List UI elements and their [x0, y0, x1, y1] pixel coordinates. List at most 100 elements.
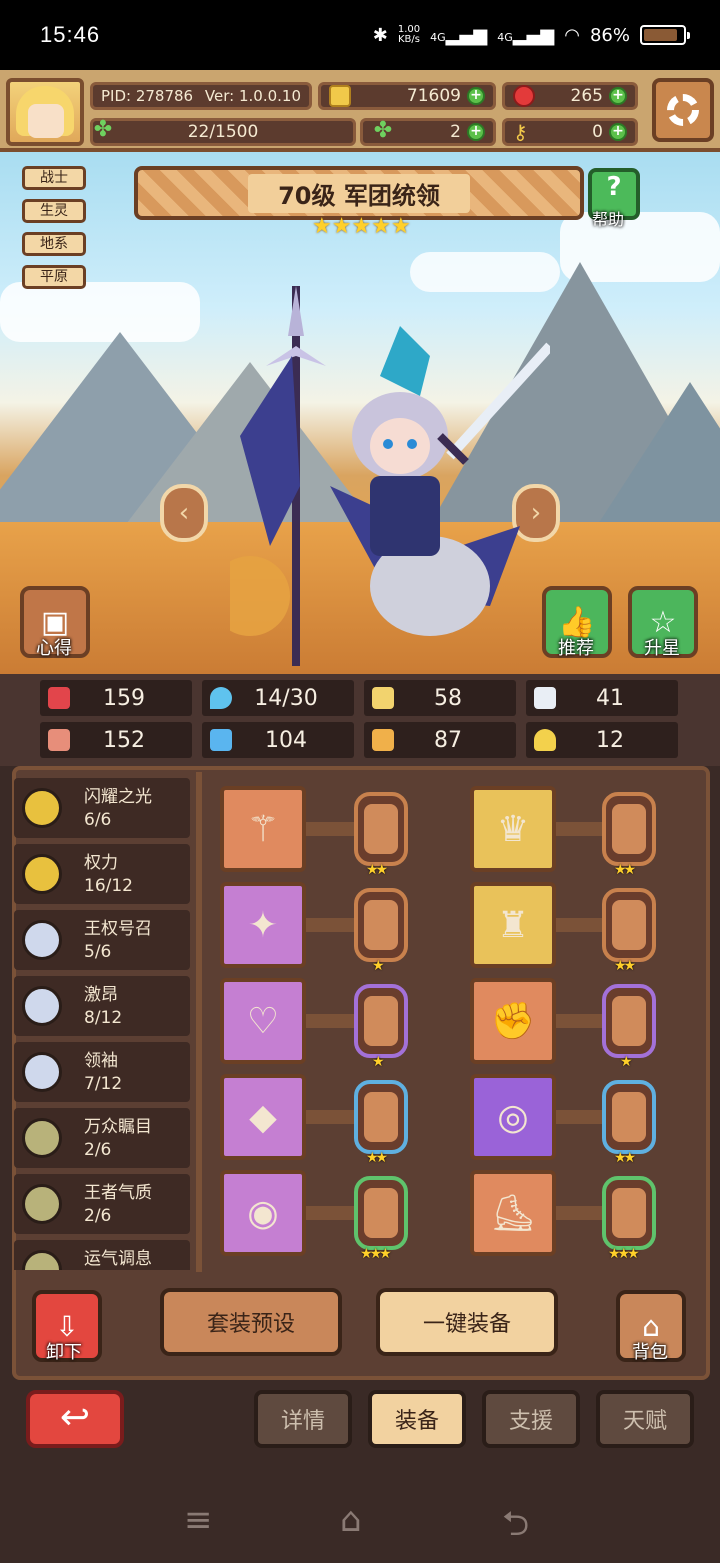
medal-icon — [22, 1118, 62, 1158]
amulet-icon: ✦ — [247, 904, 279, 946]
cape-icon: ♜ — [496, 904, 530, 946]
coin-icon — [329, 85, 351, 107]
rune-slot[interactable] — [354, 984, 408, 1058]
heart-icon — [48, 687, 70, 709]
rune-stars: ★★ — [366, 862, 388, 878]
rune-slot[interactable] — [602, 888, 656, 962]
ticket-bar: ⚷ 0 + — [502, 118, 638, 146]
stat-luck: 12 — [526, 722, 678, 758]
version-label: Ver: 1.0.0.10 — [204, 87, 301, 105]
tab-support[interactable]: 支援 — [482, 1390, 580, 1448]
rune-slot[interactable] — [602, 1176, 656, 1250]
add-coins-button[interactable]: + — [467, 87, 485, 105]
set-bonus-list[interactable]: 闪耀之光 6/6 权力 16/12 王权号召 5/6 激昂 8/12 领袖 7/12 万众… — [14, 778, 190, 1270]
medal-icon — [22, 788, 62, 828]
tag-element[interactable]: 地系 — [22, 232, 86, 256]
stat-magic: 104 — [202, 722, 354, 758]
rune-stars: ★★★ — [360, 1246, 392, 1262]
tab-details[interactable]: 详情 — [254, 1390, 352, 1448]
stat-mana: 14/30 — [202, 680, 354, 716]
rune-slot[interactable] — [602, 792, 656, 866]
equip-slot-feet[interactable]: ⛸ — [470, 1170, 556, 1256]
tab-equipment[interactable]: 装备 — [368, 1390, 466, 1448]
boots-icon: ⛸ — [490, 1193, 536, 1234]
pid-version-bar: PID: 278786 Ver: 1.0.0.10 — [90, 82, 312, 110]
stat-attack: 152 — [40, 722, 192, 758]
scroll-icon — [372, 729, 394, 751]
tag-class[interactable]: 战士 — [22, 166, 86, 190]
set-preset-button[interactable]: 套装预设 — [160, 1288, 342, 1356]
tab-talent[interactable]: 天赋 — [596, 1390, 694, 1448]
equip-slot-neck[interactable]: ♡ — [220, 978, 306, 1064]
bluetooth-icon: ✱ — [372, 24, 388, 46]
back-button[interactable]: ↩ — [26, 1390, 124, 1448]
scepter-icon: ⚚ — [246, 808, 280, 850]
rune-slot[interactable] — [354, 1176, 408, 1250]
crown-icon: ♛ — [496, 808, 530, 850]
rune-slot[interactable] — [602, 1080, 656, 1154]
auto-equip-button[interactable]: 一键装备 — [376, 1288, 558, 1356]
add-clover-button[interactable]: + — [467, 123, 485, 141]
ring-icon: ◎ — [497, 1096, 529, 1138]
equip-slot-gem[interactable]: ◆ — [220, 1074, 306, 1160]
settings-gear-button[interactable] — [652, 78, 714, 142]
player-avatar[interactable] — [6, 78, 84, 146]
equipment-actions: ⇩ 卸下 套装预设 一键装备 ⌂ 背包 — [12, 1280, 710, 1380]
stamina-count: 22/1500 — [187, 122, 259, 142]
list-item[interactable]: 权力 16/12 — [14, 844, 190, 904]
rune-slot[interactable] — [602, 984, 656, 1058]
recommend-label: 推荐 — [558, 638, 594, 659]
rune-stars: ★ — [372, 1054, 384, 1070]
signal-2: 4G▂▄▆ — [497, 24, 555, 46]
stamina-bar: ✤ 22/1500 — [90, 118, 356, 146]
equip-slot-head[interactable]: ♛ — [470, 786, 556, 872]
bag-label: 背包 — [632, 1342, 668, 1363]
medal-icon — [22, 1250, 62, 1270]
add-gems-button[interactable]: + — [609, 87, 627, 105]
home-icon[interactable]: ⌂ — [340, 1500, 362, 1540]
gear-icon — [667, 94, 699, 126]
list-item[interactable]: 万众瞩目 2/6 — [14, 1108, 190, 1168]
battery-icon — [640, 25, 690, 45]
equip-slot-weapon[interactable]: ⚚ — [220, 786, 306, 872]
hero-star-rating: ★ ★ ★ ★ ★ — [312, 216, 411, 238]
equip-slot-ring[interactable]: ◎ — [470, 1074, 556, 1160]
equip-slot-offhand[interactable]: ✦ — [220, 882, 306, 968]
rune-stars: ★★ — [614, 1150, 636, 1166]
back-icon[interactable]: ⮌ — [502, 1500, 529, 1557]
gauntlet-icon: ✊ — [490, 1001, 536, 1042]
rune-slot[interactable] — [354, 888, 408, 962]
stamina-clover-icon: ✤ — [93, 117, 113, 142]
ticket-count: 0 — [592, 122, 603, 142]
medal-icon — [22, 1052, 62, 1092]
tag-terrain[interactable]: 平原 — [22, 265, 86, 289]
list-item[interactable]: 王者气质 2/6 — [14, 1174, 190, 1234]
stat-health: 159 — [40, 680, 192, 716]
medal-icon — [22, 920, 62, 960]
list-item[interactable]: 闪耀之光 6/6 — [14, 778, 190, 838]
list-item[interactable]: 运气调息 — [14, 1240, 190, 1270]
equip-slot-orb[interactable]: ◉ — [220, 1170, 306, 1256]
gem-count: 265 — [570, 86, 603, 106]
rune-stars: ★★ — [366, 1150, 388, 1166]
system-status-bar: 15:46 ✱ 1.00 KB/s 4G▂▄▆ 4G▂▄▆ ◠ 86% — [0, 0, 720, 70]
equip-slot-body[interactable]: ♜ — [470, 882, 556, 968]
network-speed: 1.00 KB/s — [397, 24, 421, 45]
prev-hero-button[interactable]: ‹ — [160, 484, 208, 542]
menu-icon[interactable]: ≡ — [184, 1500, 213, 1540]
equip-slot-hands[interactable]: ✊ — [470, 978, 556, 1064]
clover-count: 2 — [450, 122, 461, 142]
battery-percent: 86% — [589, 24, 630, 46]
list-item[interactable]: 领袖 7/12 — [14, 1042, 190, 1102]
add-tickets-button[interactable]: + — [609, 123, 627, 141]
list-item[interactable]: 王权号召 5/6 — [14, 910, 190, 970]
tag-race[interactable]: 生灵 — [22, 199, 86, 223]
rune-slot[interactable] — [354, 1080, 408, 1154]
rune-stars: ★★ — [614, 958, 636, 974]
clover-icon: ✤ — [373, 118, 393, 143]
rune-slot[interactable] — [354, 792, 408, 866]
list-item[interactable]: 激昂 8/12 — [14, 976, 190, 1036]
book-icon — [210, 729, 232, 751]
chevron-left-icon: ‹ — [178, 498, 190, 528]
medal-icon — [22, 854, 62, 894]
